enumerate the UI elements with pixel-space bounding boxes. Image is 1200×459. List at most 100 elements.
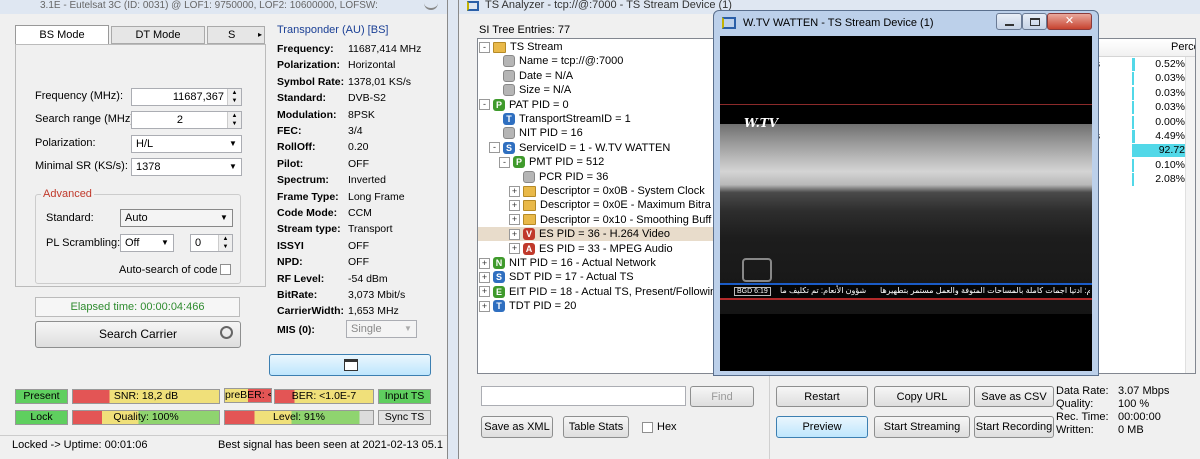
tree-item[interactable]: + Descriptor = 0x10 - Smoothing Buff bbox=[509, 213, 711, 227]
expand-icon[interactable]: + bbox=[509, 228, 520, 240]
pl-scrambling-select[interactable]: Off ▼ bbox=[120, 234, 174, 252]
tree-item-label: Name = tcp://@:7000 bbox=[519, 55, 624, 68]
transponder-value: OFF bbox=[348, 157, 369, 170]
percent-row[interactable]: 0.03% bbox=[1087, 86, 1195, 101]
minimal-sr-select[interactable]: 1378 ▼ bbox=[131, 158, 242, 176]
tree-item[interactable]: - TS Stream bbox=[479, 40, 563, 54]
preber-bar: preBER: <1.... bbox=[224, 388, 272, 403]
transponder-value: OFF bbox=[348, 256, 369, 269]
percent-row[interactable]: 0.00% bbox=[1087, 115, 1195, 130]
collapse-icon[interactable]: - bbox=[479, 41, 490, 53]
search-input[interactable] bbox=[481, 386, 686, 406]
table-scrollbar[interactable] bbox=[1185, 57, 1195, 373]
search-range-input[interactable]: 2 ▲ ▼ bbox=[131, 111, 242, 129]
start-streaming-button[interactable]: Start Streaming bbox=[874, 416, 970, 438]
tree-item[interactable]: PCR PID = 36 bbox=[509, 170, 608, 184]
percent-row[interactable]: 2.08% bbox=[1087, 172, 1195, 187]
video-n-logo bbox=[742, 258, 772, 282]
minimize-button[interactable] bbox=[996, 13, 1022, 30]
percent-row[interactable]: ps0.52% bbox=[1087, 57, 1195, 72]
transponder-key: Polarization: bbox=[277, 59, 341, 72]
standard-select[interactable]: Auto ▼ bbox=[120, 209, 233, 227]
start-recording-button[interactable]: Start Recording bbox=[974, 416, 1054, 438]
transponder-key: BitRate: bbox=[277, 289, 318, 301]
tree-item[interactable]: Size = N/A bbox=[489, 83, 571, 97]
tree-item[interactable]: + A ES PID = 33 - MPEG Audio bbox=[509, 242, 673, 256]
mis-select[interactable]: Single ▼ bbox=[346, 320, 417, 338]
pl-scrambling-code[interactable]: 0 ▲ ▼ bbox=[190, 234, 233, 252]
percent-row[interactable]: 0.03% bbox=[1087, 71, 1195, 86]
frequency-input[interactable]: 11687,367 ▲ ▼ bbox=[131, 88, 242, 106]
tree-item-label: PMT PID = 512 bbox=[529, 156, 605, 169]
collapse-icon[interactable]: - bbox=[489, 142, 500, 154]
expand-icon[interactable]: + bbox=[479, 300, 490, 312]
best-signal-status: Best signal has been seen at 2021-02-13 … bbox=[218, 439, 444, 451]
expand-icon[interactable]: + bbox=[509, 214, 520, 226]
tree-item[interactable]: - S ServiceID = 1 - W.TV WATTEN bbox=[489, 141, 670, 155]
transponder-value: 3/4 bbox=[348, 125, 363, 137]
tree-item[interactable]: + E EIT PID = 18 - Actual TS, Present/Foll… bbox=[479, 285, 722, 299]
tab-dt-mode[interactable]: DT Mode bbox=[111, 26, 205, 44]
collapse-icon[interactable]: - bbox=[499, 156, 510, 168]
chevron-down-icon: ▼ bbox=[229, 162, 237, 171]
lock-indicator: Lock bbox=[15, 410, 68, 425]
transponder-value: Inverted bbox=[348, 174, 386, 187]
transponder-key: Stream type: bbox=[277, 223, 341, 236]
tab-scroll-right[interactable]: ▸ bbox=[254, 28, 266, 42]
search-range-spinner[interactable]: ▲ ▼ bbox=[227, 112, 241, 128]
tree-item-label: TDT PID = 20 bbox=[509, 300, 577, 313]
minimal-sr-label: Minimal SR (KS/s): bbox=[35, 160, 128, 172]
tree-item[interactable]: - P PAT PID = 0 bbox=[479, 98, 569, 112]
app-icon bbox=[467, 1, 479, 11]
save-as-xml-button[interactable]: Save as XML bbox=[481, 416, 553, 438]
save-as-csv-button[interactable]: Save as CSV bbox=[974, 386, 1054, 407]
table-stats-button[interactable]: Table Stats bbox=[563, 416, 629, 438]
tree-item[interactable]: Name = tcp://@:7000 bbox=[489, 54, 623, 68]
transponder-value: Horizontal bbox=[348, 59, 396, 72]
tab-bs-mode[interactable]: BS Mode bbox=[15, 25, 109, 44]
hex-checkbox[interactable] bbox=[642, 422, 653, 433]
copy-url-button[interactable]: Copy URL bbox=[874, 386, 970, 407]
frequency-spinner[interactable]: ▲ ▼ bbox=[227, 89, 241, 105]
folder-icon bbox=[523, 199, 536, 211]
tree-item[interactable]: + S SDT PID = 17 - Actual TS bbox=[479, 270, 634, 284]
tree-item[interactable]: + Descriptor = 0x0E - Maximum Bitra bbox=[509, 198, 711, 212]
collapse-icon[interactable]: - bbox=[479, 99, 490, 111]
tree-item[interactable]: + Descriptor = 0x0B - System Clock bbox=[509, 184, 705, 198]
tree-item[interactable]: + V ES PID = 36 - H.264 Video bbox=[478, 227, 728, 242]
transponder-key: Frequency: bbox=[277, 43, 334, 55]
spectrum-button[interactable] bbox=[269, 354, 431, 376]
expand-icon[interactable]: + bbox=[509, 185, 520, 197]
tree-item[interactable]: + N NIT PID = 16 - Actual Network bbox=[479, 256, 656, 270]
expand-icon[interactable]: + bbox=[479, 271, 490, 283]
elapsed-time: Elapsed time: 00:00:04:466 bbox=[35, 297, 240, 317]
search-carrier-button[interactable]: Search Carrier bbox=[35, 321, 241, 348]
restart-button[interactable]: Restart bbox=[776, 386, 868, 407]
percent-row[interactable]: ps4.49% bbox=[1087, 129, 1195, 144]
tree-item[interactable]: NIT PID = 16 bbox=[489, 126, 583, 140]
expand-icon[interactable]: + bbox=[509, 243, 520, 255]
close-button[interactable]: ✕ bbox=[1047, 13, 1092, 30]
percent-bar bbox=[1132, 58, 1135, 71]
tree-item[interactable]: T TransportStreamID = 1 bbox=[489, 112, 631, 126]
autosearch-checkbox[interactable] bbox=[220, 264, 231, 275]
preview-button[interactable]: Preview bbox=[776, 416, 868, 438]
expand-icon[interactable]: + bbox=[509, 199, 520, 211]
expand-icon[interactable]: + bbox=[479, 257, 490, 269]
polarization-select[interactable]: H/L ▼ bbox=[131, 135, 242, 153]
percent-row[interactable]: s92.72 bbox=[1087, 143, 1195, 158]
frequency-label: Frequency (MHz): bbox=[35, 90, 124, 102]
maximize-button[interactable] bbox=[1022, 13, 1047, 30]
pl-code-spinner[interactable]: ▲ ▼ bbox=[218, 235, 232, 251]
tree-item[interactable]: Date = N/A bbox=[489, 69, 573, 83]
percent-value: 0.10% bbox=[1155, 158, 1185, 171]
tree-item[interactable]: - P PMT PID = 512 bbox=[499, 155, 604, 169]
find-button[interactable]: Find bbox=[690, 386, 754, 407]
folder-icon bbox=[523, 214, 536, 226]
expand-icon[interactable]: + bbox=[479, 286, 490, 298]
tree-item[interactable]: + T TDT PID = 20 bbox=[479, 299, 576, 313]
search-range-label: Search range (MHz): bbox=[35, 113, 138, 125]
percent-row[interactable]: 0.03% bbox=[1087, 100, 1195, 115]
percent-value: 0.03% bbox=[1155, 101, 1185, 114]
percent-row[interactable]: 0.10% bbox=[1087, 158, 1195, 173]
